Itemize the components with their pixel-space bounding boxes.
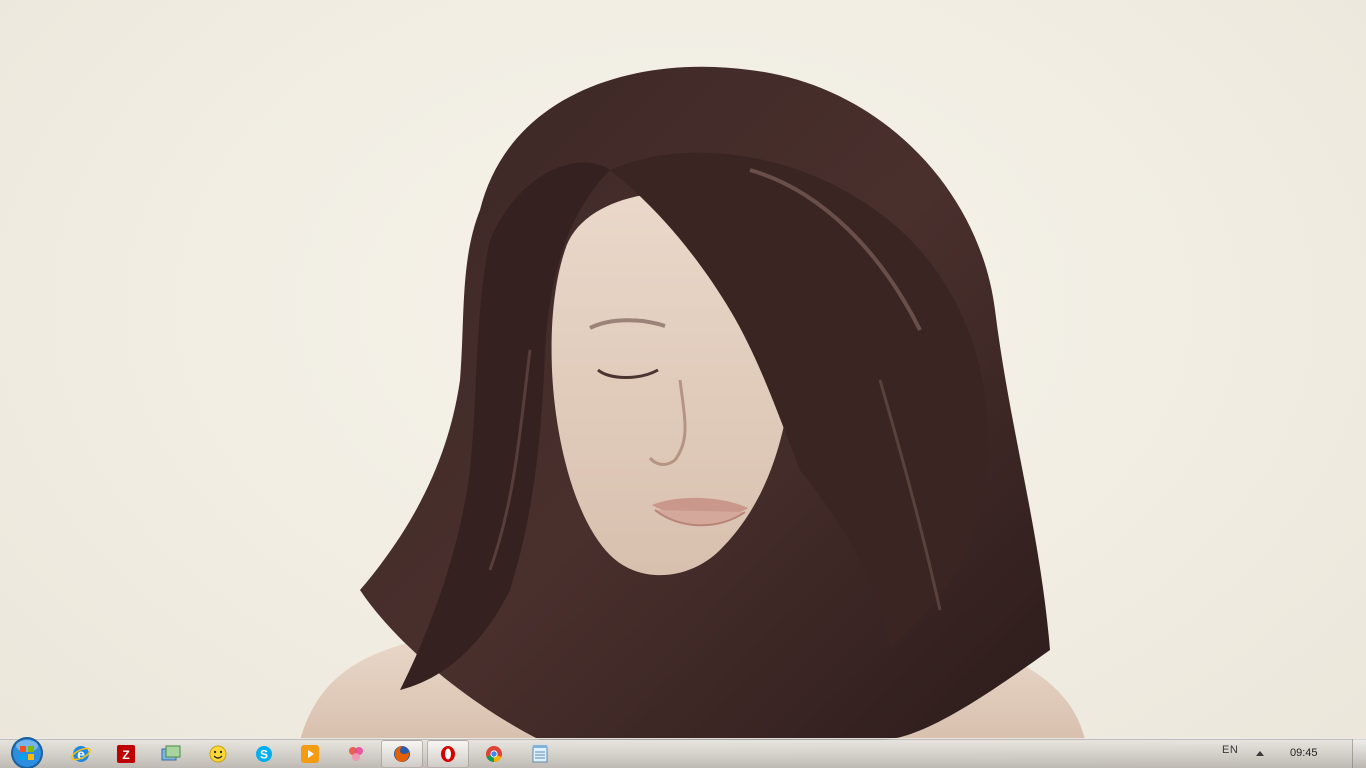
- filezilla-icon: Z: [117, 745, 135, 763]
- skype-icon: S: [256, 746, 272, 762]
- notepad-icon: [532, 745, 548, 763]
- opera-icon: [441, 746, 455, 762]
- taskbar-messenger[interactable]: [197, 740, 239, 768]
- media-player-icon: [301, 745, 319, 763]
- taskbar-ie[interactable]: e: [60, 740, 102, 768]
- taskbar-paint[interactable]: [335, 740, 377, 768]
- taskbar-skype[interactable]: S: [243, 740, 285, 768]
- internet-explorer-icon: e: [71, 746, 91, 762]
- show-hidden-icons-arrow-icon[interactable]: [1254, 748, 1266, 758]
- desktop: e Z S EN 09:45: [0, 0, 1366, 768]
- firefox-icon: [394, 746, 410, 762]
- wallpaper-portrait: [300, 66, 1085, 740]
- taskbar-filezilla[interactable]: Z: [105, 740, 147, 768]
- taskbar-firefox[interactable]: [381, 740, 423, 768]
- chrome-icon: [486, 746, 502, 763]
- paint-splash-icon: [349, 747, 363, 761]
- svg-text:S: S: [260, 748, 268, 762]
- show-desktop-button[interactable]: [1352, 739, 1366, 768]
- taskbar-opera[interactable]: [427, 740, 469, 768]
- start-button[interactable]: [8, 736, 46, 768]
- taskbar-notepad[interactable]: [519, 740, 561, 768]
- clock[interactable]: 09:45: [1290, 747, 1318, 759]
- windows-explorer-icon: [161, 745, 181, 761]
- smiley-messenger-icon: [209, 745, 227, 763]
- taskbar-chrome[interactable]: [473, 740, 515, 768]
- svg-text:Z: Z: [122, 748, 129, 762]
- taskbar-explorer[interactable]: [150, 740, 192, 768]
- language-indicator[interactable]: EN: [1222, 744, 1238, 756]
- taskbar-media-player[interactable]: [289, 740, 331, 768]
- windows-logo-icon: [11, 737, 43, 768]
- taskbar: e Z S EN 09:45: [0, 736, 1366, 768]
